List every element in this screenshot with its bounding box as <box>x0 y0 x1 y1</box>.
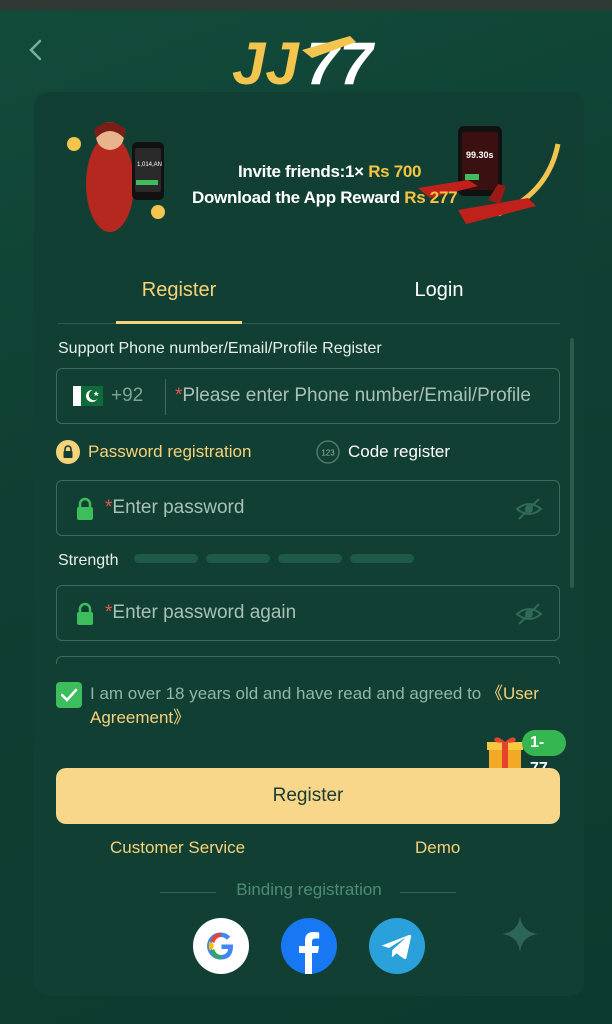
banner-line2-amount: Rs 277 <box>404 188 458 207</box>
eye-off-icon[interactable] <box>515 497 543 521</box>
pakistan-flag-icon[interactable] <box>73 386 103 406</box>
back-arrow-icon[interactable] <box>22 36 50 64</box>
code-register-label: Code register <box>348 442 451 461</box>
auth-tabs: Register Login <box>58 264 560 324</box>
password-placeholder-text: Enter password <box>112 497 245 518</box>
lock-icon <box>77 497 93 520</box>
tab-login[interactable]: Login <box>364 264 514 324</box>
password-registration-option[interactable]: Password registration <box>56 438 251 466</box>
registration-method: Password registration 123 Code register <box>56 438 560 466</box>
demo-link[interactable]: Demo <box>415 838 460 858</box>
account-input-placeholder[interactable]: *Please enter Phone number/Email/Profile <box>175 385 531 407</box>
lock-icon <box>77 602 93 625</box>
banner-line1-amount: Rs 700 <box>368 162 422 181</box>
customer-service-link[interactable]: Customer Service <box>110 838 245 858</box>
next-field-edge <box>56 656 560 664</box>
strength-label: Strength <box>58 552 119 569</box>
support-label: Support Phone number/Email/Profile Regis… <box>58 340 382 357</box>
phone-left-value: 1,014,AN <box>137 162 162 168</box>
code-123-icon: 123 <box>316 440 340 464</box>
telegram-login-button[interactable] <box>369 918 425 974</box>
code-register-option[interactable]: 123 Code register <box>316 438 450 466</box>
password-field[interactable]: *Enter password <box>56 480 560 536</box>
password-registration-label: Password registration <box>88 442 252 461</box>
confirm-password-placeholder[interactable]: *Enter password again <box>105 602 296 624</box>
gift-box-icon <box>487 737 523 768</box>
agreement-sentence: I am over 18 years old and have read and… <box>90 684 486 703</box>
divider-line <box>160 892 216 893</box>
binding-label: Binding registration <box>236 880 382 899</box>
gift-badge: 1-77 <box>522 730 566 777</box>
facebook-login-button[interactable] <box>281 918 337 974</box>
divider-line <box>400 892 456 893</box>
header: JJ 77 <box>0 10 612 92</box>
banner-line2-prefix: Download the App Reward <box>192 188 400 207</box>
phone-right-value: 99.30s <box>466 150 494 160</box>
strength-meter <box>134 554 414 563</box>
country-code[interactable]: +92 <box>111 385 143 407</box>
svg-text:JJ: JJ <box>232 30 300 92</box>
confirm-password-placeholder-text: Enter password again <box>112 602 297 623</box>
strength-bar <box>134 554 198 563</box>
banner-download-text: Download the App Reward Rs 277 <box>192 188 458 208</box>
banner-line1-prefix: Invite friends:1× <box>238 162 364 181</box>
account-placeholder-text: Please enter Phone number/Email/Profile <box>182 385 531 406</box>
google-icon <box>207 932 234 960</box>
code-icon-text: 123 <box>321 449 335 458</box>
eye-off-icon[interactable] <box>515 602 543 626</box>
gift-promo[interactable]: 1-77 <box>486 728 566 777</box>
account-field[interactable]: +92 *Please enter Phone number/Email/Pro… <box>56 368 560 424</box>
facebook-icon <box>299 932 320 974</box>
tab-register[interactable]: Register <box>116 264 242 324</box>
top-status-strip <box>0 0 612 10</box>
telegram-icon <box>381 934 412 960</box>
sparkle-icon <box>502 916 538 952</box>
strength-bar <box>206 554 270 563</box>
promo-banner[interactable]: 1,014,AN 99.30s Invite friends:1× Rs 700… <box>58 114 562 242</box>
password-input-placeholder[interactable]: *Enter password <box>105 497 244 519</box>
check-icon <box>60 688 78 702</box>
register-card: 1,014,AN 99.30s Invite friends:1× Rs 700… <box>34 92 584 996</box>
banner-invite-text: Invite friends:1× Rs 700 <box>238 162 422 182</box>
google-login-button[interactable] <box>193 918 249 974</box>
register-button[interactable]: Register <box>56 768 560 824</box>
agreement-checkbox[interactable] <box>56 682 82 708</box>
logo: JJ 77 <box>232 30 375 92</box>
form-scrollbar[interactable] <box>570 338 574 588</box>
strength-bar <box>278 554 342 563</box>
field-divider <box>165 379 166 415</box>
strength-bar <box>350 554 414 563</box>
lock-circle-icon <box>56 440 80 464</box>
confirm-password-field[interactable]: *Enter password again <box>56 585 560 641</box>
agreement-text: I am over 18 years old and have read and… <box>90 682 560 730</box>
binding-registration: Binding registration <box>34 880 584 904</box>
